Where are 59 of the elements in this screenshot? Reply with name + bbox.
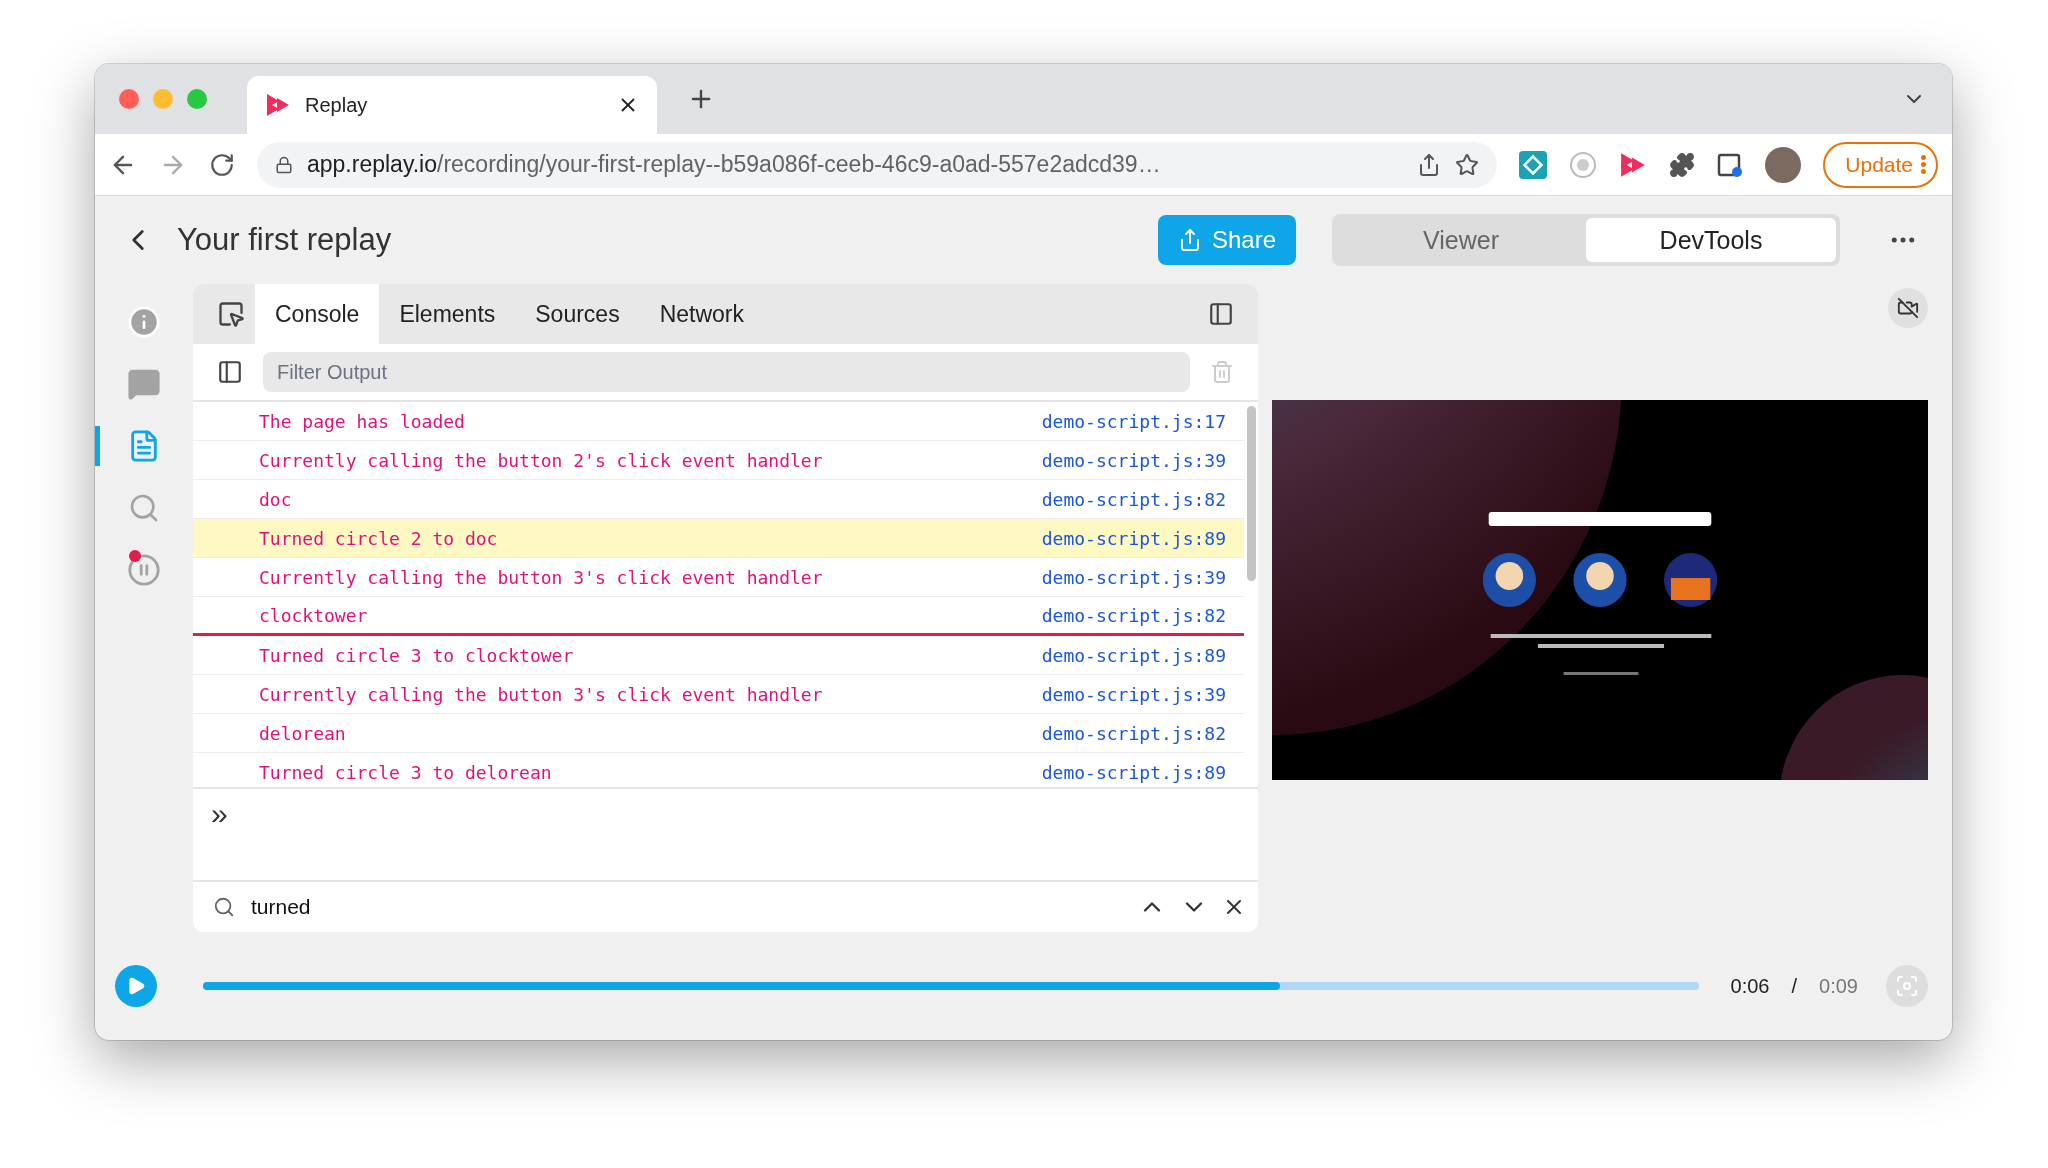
console-message: Currently calling the button 3's click event handler	[259, 683, 824, 705]
console-message: doc	[259, 488, 293, 510]
console-message: clocktower	[259, 604, 369, 626]
sidepanel-icon[interactable]	[1717, 151, 1744, 178]
source-link[interactable]: demo-script.js:82	[1041, 488, 1226, 510]
reload-icon[interactable]	[209, 151, 235, 178]
console-prompt: »	[211, 797, 228, 830]
source-link[interactable]: demo-script.js:39	[1041, 449, 1226, 471]
search-icon	[128, 492, 160, 524]
console-message: Currently calling the button 3's click event handler	[259, 566, 824, 588]
console-message: Currently calling the button 2's click event handler	[259, 449, 824, 471]
console-message: The page has loaded	[259, 410, 466, 432]
comments-icon	[127, 367, 161, 401]
extension-icon[interactable]	[1519, 150, 1548, 179]
source-link[interactable]: demo-script.js:89	[1041, 761, 1226, 783]
panel-tab[interactable]: Console	[255, 284, 380, 344]
star-icon[interactable]	[1455, 152, 1480, 177]
panel-tab[interactable]: Elements	[379, 284, 516, 344]
sidebar-toggle-icon[interactable]	[217, 359, 243, 385]
lock-icon	[275, 155, 293, 174]
timeline-track[interactable]	[203, 982, 1699, 990]
info-icon	[127, 305, 161, 339]
mode-tab[interactable]: DevTools	[1586, 218, 1836, 262]
current-time: 0:06	[1730, 974, 1770, 998]
console-message: delorean	[259, 722, 347, 744]
console-message: Turned circle 3 to clocktower	[259, 644, 575, 666]
filter-field[interactable]: Filter Output	[263, 352, 1190, 392]
panel-tab[interactable]: Network	[639, 284, 764, 344]
recording-title: Your first replay	[177, 222, 393, 258]
pause-icon	[127, 553, 161, 587]
source-link[interactable]: demo-script.js:89	[1041, 644, 1226, 666]
source-link[interactable]: demo-script.js:39	[1041, 683, 1226, 705]
source-link[interactable]: demo-script.js:82	[1041, 722, 1226, 744]
layout-toggle-icon[interactable]	[1208, 301, 1234, 327]
address-bar[interactable]: app.replay.io/recording/your-first-replay--b59a086f-ceeb-46c9-a0ad-557e2adcd39…	[257, 141, 1498, 188]
source-link[interactable]: demo-script.js:82	[1041, 604, 1226, 626]
browser-tab[interactable]: Replay	[247, 76, 657, 135]
console-row[interactable]: Turned circle 2 to doc demo-script.js:89	[193, 519, 1244, 558]
console-message: Turned circle 2 to doc	[259, 527, 499, 549]
mode-tab[interactable]: Viewer	[1336, 218, 1586, 262]
more-icon	[1921, 155, 1926, 175]
search-icon	[213, 896, 235, 918]
scrollbar[interactable]	[1247, 406, 1256, 581]
avatar[interactable]	[1765, 146, 1802, 183]
camera-off-button[interactable]	[1888, 288, 1928, 328]
element-picker-icon[interactable]	[217, 300, 245, 328]
panel-tab[interactable]: Sources	[515, 284, 640, 344]
source-link[interactable]: demo-script.js:89	[1041, 527, 1226, 549]
console-message: Turned circle 3 to delorean	[259, 761, 553, 783]
source-link[interactable]: demo-script.js:39	[1041, 566, 1226, 588]
puzzle-icon[interactable]	[1669, 151, 1696, 178]
total-time: 0:09	[1819, 974, 1858, 998]
replay-logo-icon	[265, 92, 291, 119]
source-link[interactable]: demo-script.js:17	[1041, 410, 1226, 432]
camera-off-icon	[1897, 297, 1919, 319]
time-separator: /	[1791, 974, 1798, 998]
focus-icon	[1895, 974, 1919, 998]
play-button[interactable]	[115, 965, 157, 1007]
play-icon	[126, 976, 146, 996]
